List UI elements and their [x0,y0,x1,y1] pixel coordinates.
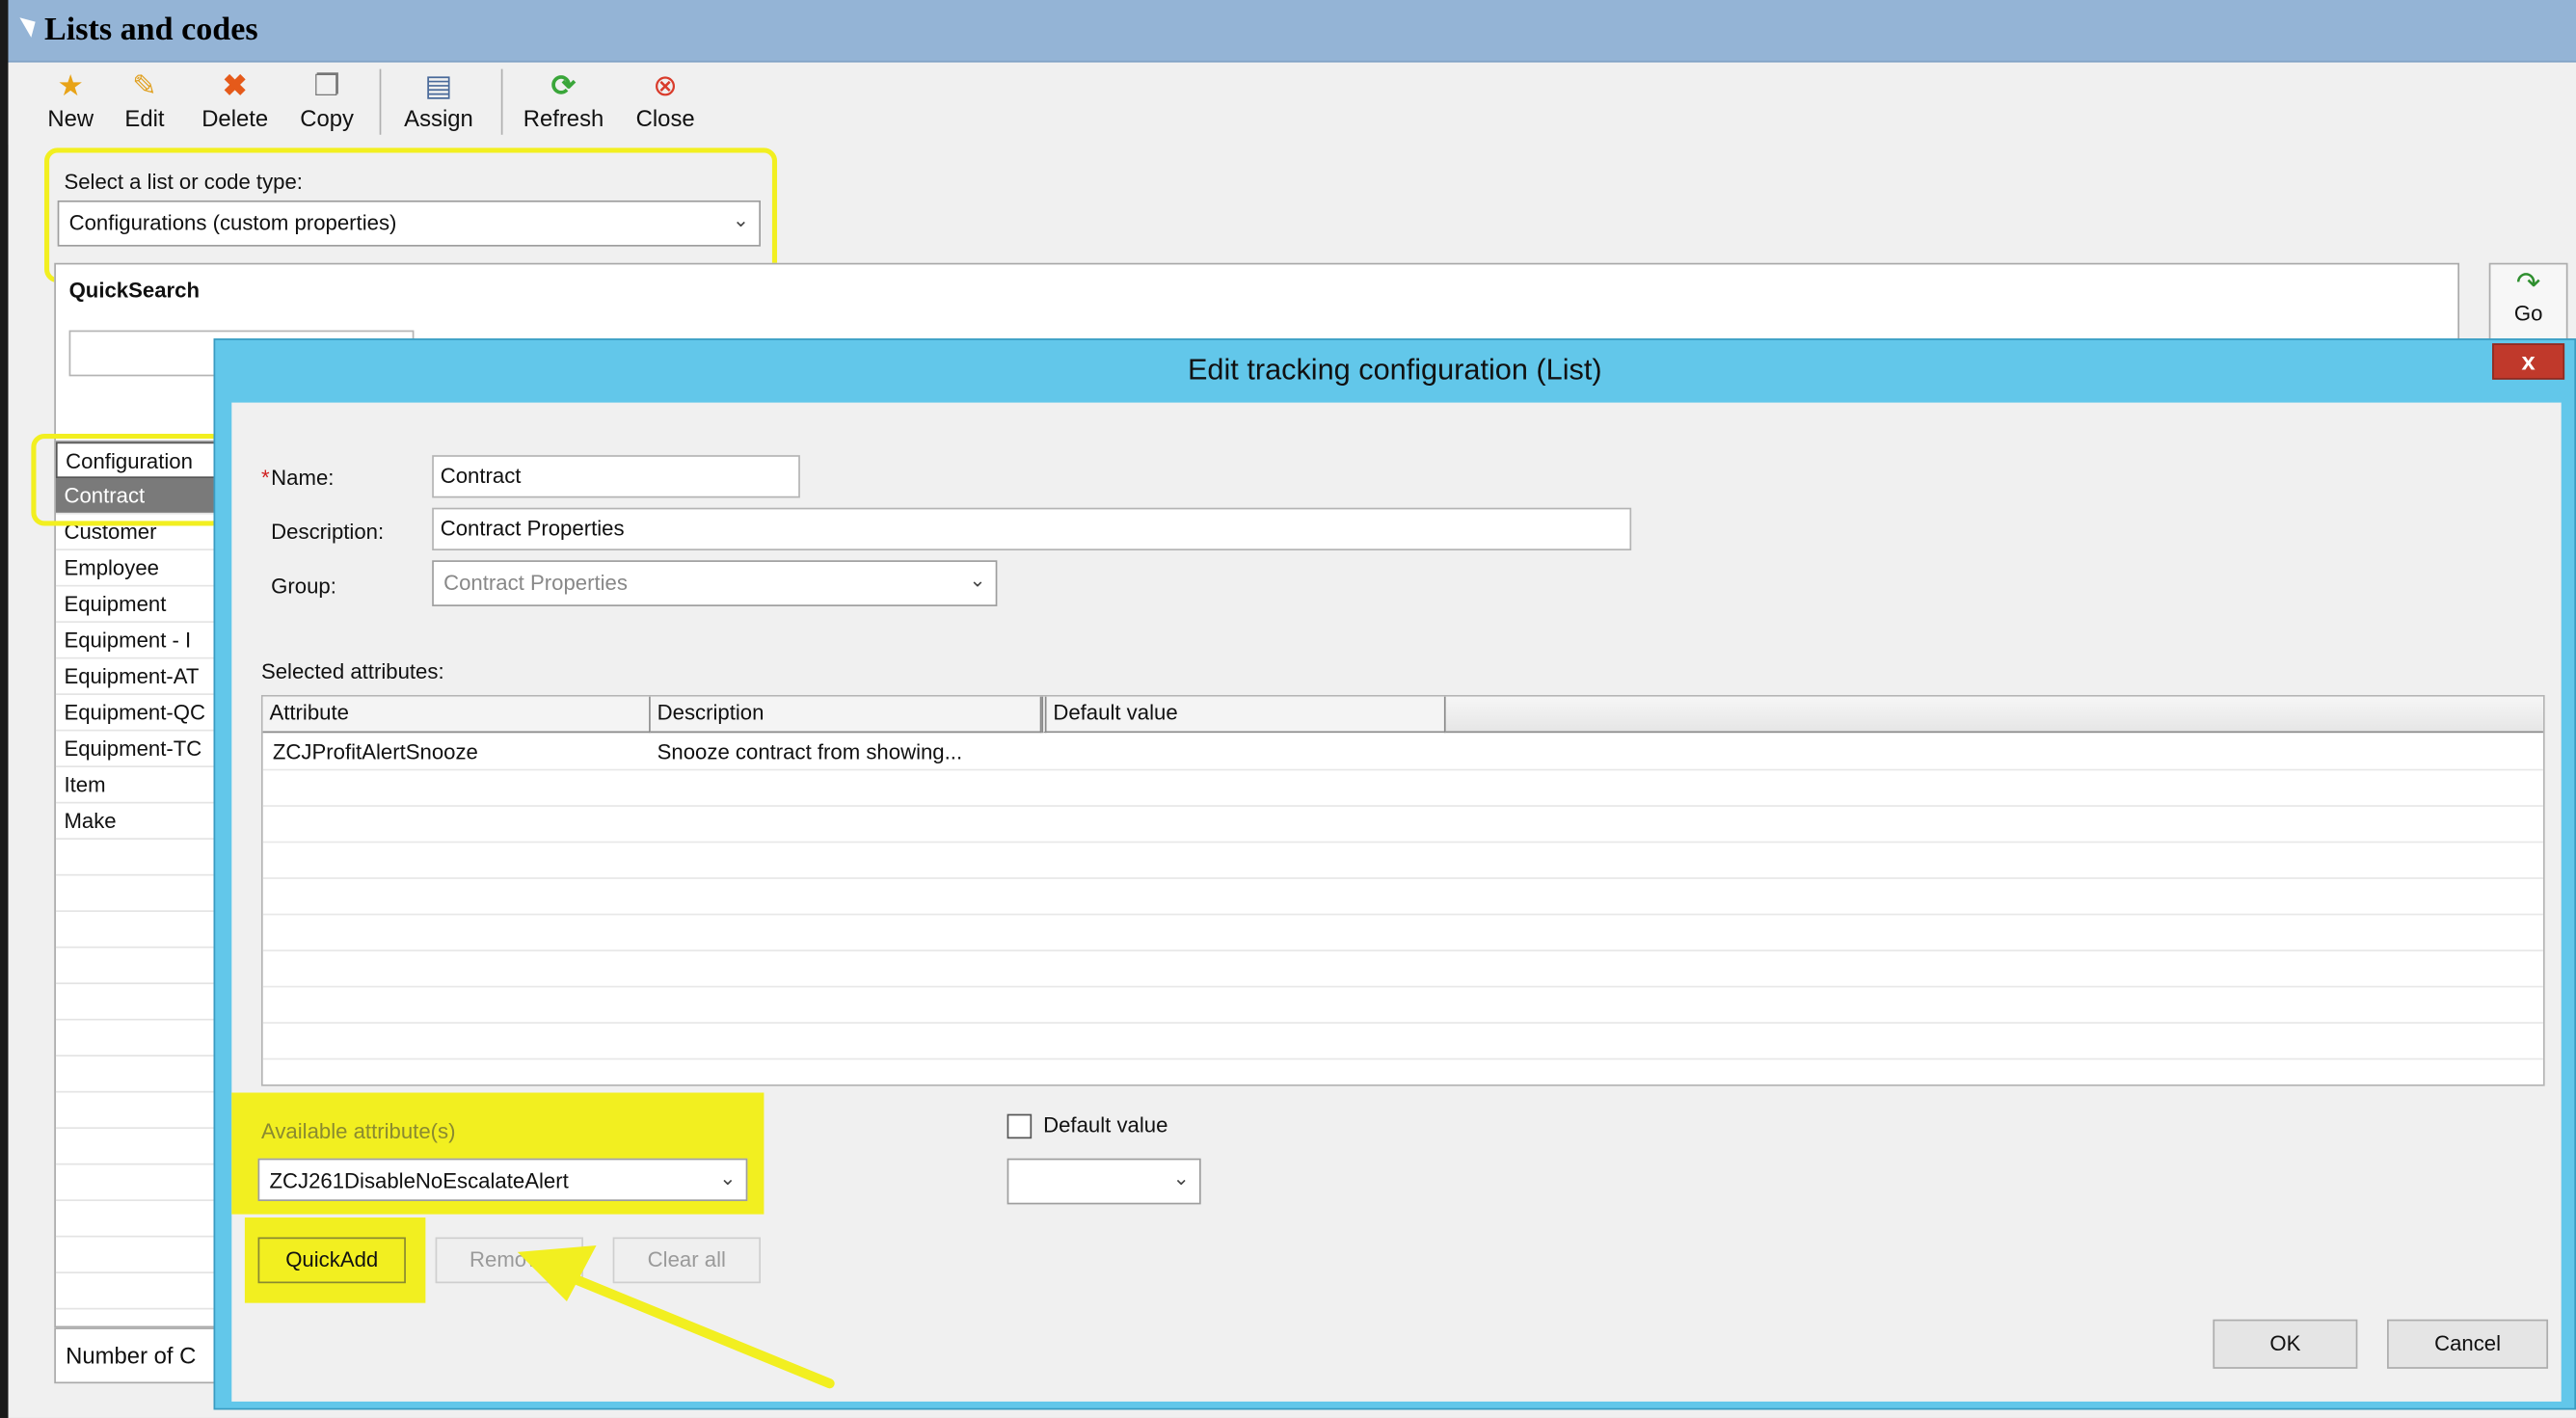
delete-button[interactable]: ✖ Delete [189,69,281,142]
close-icon: ⊗ [653,68,679,102]
toolbar: ★ New ✎ Edit ✖ Delete ❐ Copy ▤ Assign ⟳ … [8,62,2576,145]
delete-x-icon: ✖ [222,68,248,102]
available-attributes-select[interactable]: ZCJ261DisableNoEscalateAlert ⌄ [257,1158,748,1201]
list-item[interactable]: Customer [55,515,217,551]
refresh-icon: ⟳ [550,68,577,102]
column-header-description[interactable]: Description [650,696,1042,734]
list-item[interactable]: Item [55,767,217,804]
pencil-icon: ✎ [132,68,157,102]
default-value-select[interactable]: ⌄ [1006,1158,1201,1205]
dialog-close-button[interactable]: x [2492,343,2565,380]
description-input[interactable]: Contract Properties [432,507,1632,551]
new-button[interactable]: ★ New [38,69,103,142]
ok-button[interactable]: OK [2213,1319,2358,1369]
clear-all-button[interactable]: Clear all [612,1237,761,1284]
toolbar-separator [379,68,382,135]
list-item[interactable]: Equipment - I [55,623,217,659]
available-attributes-label: Available attribute(s) [260,1118,456,1144]
name-label: Name: [271,465,335,490]
window-title-bar: Lists and codes [8,0,2576,63]
default-value-label: Default value [1043,1111,1168,1137]
assign-icon: ▤ [424,68,453,102]
dialog-body: * Name: Contract Description: Contract P… [231,402,2562,1402]
name-input[interactable]: Contract [432,455,800,498]
column-header-attribute[interactable]: Attribute [262,696,651,734]
dialog-title: Edit tracking configuration (List) [1187,353,1602,387]
go-button[interactable]: ↷ Go [2488,262,2568,345]
list-item[interactable]: Equipment-QC [55,695,217,732]
quickadd-button[interactable]: QuickAdd [257,1237,406,1284]
list-item[interactable]: Make [55,804,217,840]
toolbar-separator [500,68,503,135]
assign-button[interactable]: ▤ Assign [392,69,484,142]
remove-button[interactable]: Remove [435,1237,583,1284]
list-item[interactable]: Employee [55,550,217,587]
group-select[interactable]: Contract Properties ⌄ [432,560,998,606]
description-cell: Snooze contract from showing... [657,739,963,764]
list-type-label: Select a list or code type: [64,169,303,195]
copy-button[interactable]: ❐ Copy [291,69,363,142]
record-count-status: Number of C [54,1327,235,1384]
list-item[interactable]: Equipment-AT [55,659,217,696]
selected-attributes-grid: Attribute Description Default value ZCJP… [260,695,2545,1086]
copy-icon: ❐ [313,68,340,102]
quicksearch-title: QuickSearch [68,278,201,303]
star-icon: ★ [57,68,85,102]
list-header: Configuration [55,441,217,479]
close-button[interactable]: ⊗ Close [626,69,705,142]
required-mark: * [260,465,270,490]
chevron-down-icon: ⌄ [1172,1166,1190,1191]
list-type-select[interactable]: Configurations (custom properties) ⌄ [57,200,761,247]
go-arrow-icon: ↷ [2515,266,2541,300]
column-header-default-value[interactable]: Default value [1041,696,1446,734]
list-item[interactable]: Equipment [55,587,217,624]
window-title: Lists and codes [44,11,258,48]
chevron-down-icon: ⌄ [969,568,986,592]
description-label: Description: [271,519,385,545]
edit-tracking-config-dialog: Edit tracking configuration (List) x * N… [213,338,2576,1410]
group-label: Group: [271,573,336,599]
selected-attributes-label: Selected attributes: [260,658,444,684]
list-item[interactable]: Equipment-TC [55,732,217,768]
default-value-checkbox[interactable] [1006,1113,1033,1139]
attribute-cell: ZCJProfitAlertSnooze [272,739,478,764]
lists-and-codes-window: Lists and codes ★ New ✎ Edit ✖ Delete ❐ … [0,0,2576,1418]
table-row[interactable]: ZCJProfitAlertSnooze Snooze contract fro… [262,735,2543,771]
chevron-down-icon: ⌄ [719,1166,737,1191]
edit-button[interactable]: ✎ Edit [114,69,176,142]
chevron-down-icon: ⌄ [732,208,750,232]
configuration-list: Configuration Contract Customer Employee… [54,440,219,1346]
refresh-button[interactable]: ⟳ Refresh [514,69,612,142]
cancel-button[interactable]: Cancel [2387,1319,2549,1369]
mouse-cursor-icon [19,12,41,38]
list-item[interactable]: Contract [55,478,217,515]
